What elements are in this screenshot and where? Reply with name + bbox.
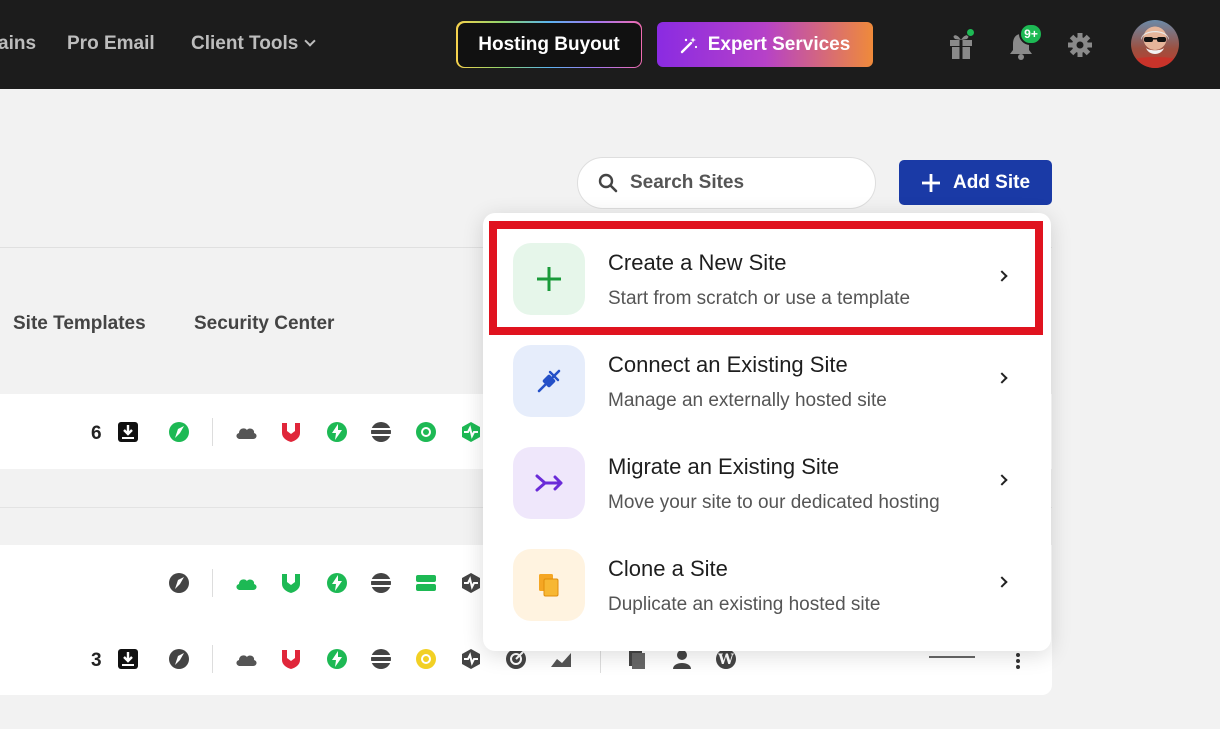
- backup-count: 6: [91, 423, 102, 444]
- menu-item-subtitle: Manage an externally hosted site: [608, 390, 887, 411]
- menu-item-subtitle: Move your site to our dedicated hosting: [608, 492, 940, 513]
- tab-site-templates[interactable]: Site Templates: [13, 313, 146, 335]
- menu-item-title: Connect an Existing Site: [608, 352, 848, 377]
- shield-icon[interactable]: [279, 420, 303, 444]
- database-icon[interactable]: [369, 420, 393, 444]
- lightning-icon[interactable]: [325, 571, 349, 595]
- add-site-label: Add Site: [952, 171, 1031, 193]
- migrate-icon: [513, 447, 585, 519]
- backup-count: 3: [91, 650, 102, 671]
- menu-item-title: Migrate an Existing Site: [608, 454, 840, 479]
- hosting-buyout-label: Hosting Buyout: [457, 22, 641, 67]
- column-separator: [212, 645, 213, 673]
- hosting-buyout-button[interactable]: Hosting Buyout: [456, 21, 642, 68]
- nav-link-pro-email[interactable]: Pro Email: [67, 33, 155, 55]
- chevron-right-icon: [996, 372, 1008, 384]
- server-icon[interactable]: [414, 571, 438, 595]
- menu-item-connect-existing-site[interactable]: Connect an Existing Site Manage an exter…: [483, 315, 1051, 417]
- gear-icon[interactable]: [1066, 28, 1096, 62]
- svg-text:W: W: [717, 652, 734, 668]
- magic-wand-icon: [680, 36, 697, 53]
- shield-icon[interactable]: [279, 571, 303, 595]
- empty-value-dash: [929, 656, 975, 658]
- search-sites-box[interactable]: [577, 157, 876, 209]
- more-options-icon[interactable]: [1015, 652, 1021, 670]
- performance-icon[interactable]: [167, 647, 191, 671]
- plus-icon: [513, 243, 585, 315]
- nav-link-domains[interactable]: ains: [0, 33, 36, 55]
- activity-icon[interactable]: [459, 647, 483, 671]
- add-site-button[interactable]: Add Site: [899, 160, 1052, 205]
- menu-item-clone-site[interactable]: Clone a Site Duplicate an existing hoste…: [483, 519, 1051, 621]
- search-icon: [598, 173, 618, 193]
- gift-notification-dot: [966, 28, 975, 37]
- cloud-icon[interactable]: [234, 420, 258, 444]
- chevron-right-icon: [996, 474, 1008, 486]
- menu-item-subtitle: Start from scratch or use a template: [608, 288, 911, 309]
- avatar-image: [1131, 31, 1179, 68]
- performance-icon[interactable]: [167, 420, 191, 444]
- user-avatar[interactable]: [1131, 20, 1179, 68]
- chevron-right-icon: [996, 576, 1008, 588]
- cloud-icon[interactable]: [234, 647, 258, 671]
- download-icon[interactable]: [116, 420, 140, 444]
- menu-item-title: Clone a Site: [608, 556, 728, 581]
- top-navigation-bar: ains Pro Email Client Tools Hosting Buyo…: [0, 0, 1220, 89]
- nav-link-client-tools[interactable]: Client Tools: [191, 33, 316, 55]
- notification-badge: 9+: [1019, 23, 1043, 45]
- activity-icon[interactable]: [459, 420, 483, 444]
- performance-icon[interactable]: [167, 571, 191, 595]
- plug-icon: [513, 345, 585, 417]
- tab-security-center[interactable]: Security Center: [194, 313, 334, 335]
- aperture-icon[interactable]: [414, 647, 438, 671]
- chevron-down-icon: [304, 35, 316, 47]
- expert-services-label: Expert Services: [707, 33, 851, 55]
- column-separator: [212, 569, 213, 597]
- search-sites-input[interactable]: [630, 172, 850, 194]
- activity-icon[interactable]: [459, 571, 483, 595]
- add-site-menu: Create a New Site Start from scratch or …: [483, 213, 1051, 651]
- menu-item-migrate-existing-site[interactable]: Migrate an Existing Site Move your site …: [483, 417, 1051, 519]
- menu-item-subtitle: Duplicate an existing hosted site: [608, 594, 881, 615]
- menu-item-title: Create a New Site: [608, 250, 787, 275]
- download-icon[interactable]: [116, 647, 140, 671]
- cloud-icon[interactable]: [234, 571, 258, 595]
- lightning-icon[interactable]: [325, 420, 349, 444]
- expert-services-button[interactable]: Expert Services: [657, 22, 873, 67]
- copy-icon: [513, 549, 585, 621]
- lightning-icon[interactable]: [325, 647, 349, 671]
- aperture-icon[interactable]: [414, 420, 438, 444]
- plus-icon: [921, 173, 940, 192]
- chevron-right-icon: [996, 270, 1008, 282]
- column-separator: [212, 418, 213, 446]
- database-icon[interactable]: [369, 647, 393, 671]
- shield-icon[interactable]: [279, 647, 303, 671]
- menu-item-create-new-site[interactable]: Create a New Site Start from scratch or …: [483, 213, 1051, 315]
- nav-link-client-tools-label: Client Tools: [191, 33, 299, 54]
- database-icon[interactable]: [369, 571, 393, 595]
